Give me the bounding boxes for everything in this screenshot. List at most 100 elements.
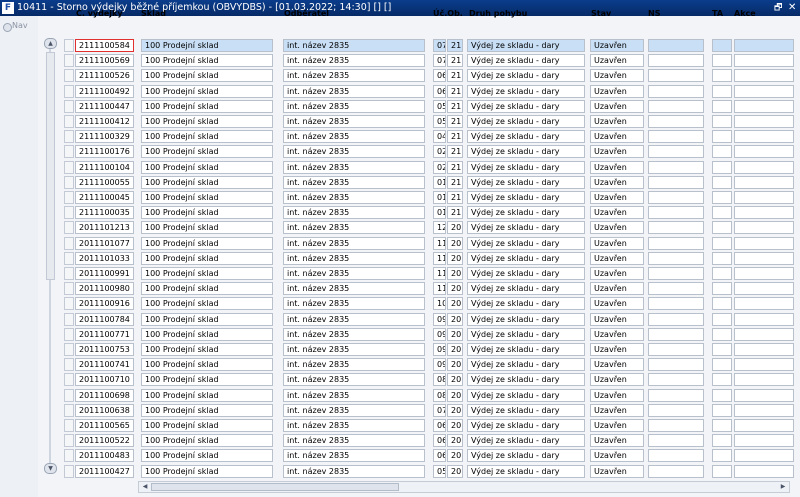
cell-uc[interactable]: 05 bbox=[433, 115, 446, 128]
cell-cislo[interactable]: 2011100753 bbox=[75, 343, 134, 356]
cell-cislo[interactable]: 2111100055 bbox=[75, 175, 134, 189]
cell-uc[interactable]: 07 bbox=[433, 39, 446, 52]
cell-ns[interactable] bbox=[648, 358, 704, 372]
cell-akce[interactable] bbox=[734, 419, 794, 432]
cell-akce[interactable] bbox=[734, 69, 794, 83]
cell-odberatel[interactable]: int. název 2835 bbox=[283, 267, 425, 280]
cell-cislo[interactable]: 2011100710 bbox=[75, 373, 134, 387]
cell-akce[interactable] bbox=[734, 145, 794, 159]
cell-cislo[interactable]: 2011100741 bbox=[75, 358, 134, 372]
cell-cislo[interactable]: 2011100638 bbox=[75, 403, 134, 417]
cell-sklad[interactable]: 100 Prodejní sklad bbox=[141, 373, 273, 387]
cell-odberatel[interactable]: int. název 2835 bbox=[283, 99, 425, 113]
cell-uc[interactable]: 07 bbox=[433, 403, 446, 417]
cell-ns[interactable] bbox=[648, 282, 704, 296]
cell-odberatel[interactable]: int. název 2835 bbox=[283, 297, 425, 311]
cell-stav[interactable]: Uzavřen bbox=[590, 84, 644, 98]
cell-akce[interactable] bbox=[734, 373, 794, 387]
cell-druh[interactable]: Výdej ze skladu - dary bbox=[467, 403, 585, 417]
cell-stav[interactable]: Uzavřen bbox=[590, 267, 644, 280]
cell-akce[interactable] bbox=[734, 343, 794, 356]
cell-odberatel[interactable]: int. název 2835 bbox=[283, 373, 425, 387]
cell-odberatel[interactable]: int. název 2835 bbox=[283, 69, 425, 83]
cell-stav[interactable]: Uzavřen bbox=[590, 130, 644, 144]
row-selector[interactable] bbox=[64, 297, 74, 311]
cell-ns[interactable] bbox=[648, 388, 704, 402]
table-row[interactable]: 2011100698 100 Prodejní sklad int. název 2… bbox=[0, 388, 800, 403]
cell-ta[interactable] bbox=[712, 297, 732, 311]
cell-sklad[interactable]: 100 Prodejní sklad bbox=[141, 388, 273, 402]
table-row[interactable]: 2011100916 100 Prodejní sklad int. název 2… bbox=[0, 297, 800, 311]
cell-sklad[interactable]: 100 Prodejní sklad bbox=[141, 39, 273, 52]
cell-cislo[interactable]: 2111100329 bbox=[75, 130, 134, 144]
cell-cislo[interactable]: 2011100784 bbox=[75, 312, 134, 326]
cell-druh[interactable]: Výdej ze skladu - dary bbox=[467, 69, 585, 83]
cell-ta[interactable] bbox=[712, 403, 732, 417]
cell-sklad[interactable]: 100 Prodejní sklad bbox=[141, 327, 273, 341]
cell-uc[interactable]: 11 bbox=[433, 267, 446, 280]
row-selector[interactable] bbox=[64, 267, 74, 280]
cell-uc[interactable]: 09 bbox=[433, 358, 446, 372]
cell-akce[interactable] bbox=[734, 449, 794, 463]
cell-odberatel[interactable]: int. název 2835 bbox=[283, 358, 425, 372]
cell-odberatel[interactable]: int. název 2835 bbox=[283, 175, 425, 189]
cell-sklad[interactable]: 100 Prodejní sklad bbox=[141, 403, 273, 417]
cell-ob[interactable]: 20 bbox=[447, 419, 463, 432]
cell-uc[interactable]: 01 bbox=[433, 191, 446, 204]
cell-stav[interactable]: Uzavřen bbox=[590, 54, 644, 68]
cell-sklad[interactable]: 100 Prodejní sklad bbox=[141, 84, 273, 98]
cell-stav[interactable]: Uzavřen bbox=[590, 221, 644, 235]
cell-ta[interactable] bbox=[712, 221, 732, 235]
cell-cislo[interactable]: 2011100522 bbox=[75, 434, 134, 448]
cell-stav[interactable]: Uzavřen bbox=[590, 312, 644, 326]
scroll-right-button[interactable]: ▶ bbox=[778, 482, 788, 492]
column-header-akce[interactable]: Akce bbox=[734, 9, 756, 18]
cell-stav[interactable]: Uzavřen bbox=[590, 403, 644, 417]
table-row[interactable]: 2011100522 100 Prodejní sklad int. název 2… bbox=[0, 434, 800, 448]
cell-ns[interactable] bbox=[648, 99, 704, 113]
cell-sklad[interactable]: 100 Prodejní sklad bbox=[141, 175, 273, 189]
cell-ob[interactable]: 20 bbox=[447, 464, 463, 478]
cell-akce[interactable] bbox=[734, 434, 794, 448]
cell-druh[interactable]: Výdej ze skladu - dary bbox=[467, 236, 585, 250]
cell-ta[interactable] bbox=[712, 175, 732, 189]
cell-stav[interactable]: Uzavřen bbox=[590, 434, 644, 448]
cell-akce[interactable] bbox=[734, 358, 794, 372]
cell-ns[interactable] bbox=[648, 160, 704, 174]
scroll-left-button[interactable]: ◀ bbox=[140, 482, 150, 492]
cell-ta[interactable] bbox=[712, 115, 732, 128]
cell-ta[interactable] bbox=[712, 373, 732, 387]
cell-sklad[interactable]: 100 Prodejní sklad bbox=[141, 221, 273, 235]
cell-druh[interactable]: Výdej ze skladu - dary bbox=[467, 282, 585, 296]
cell-akce[interactable] bbox=[734, 160, 794, 174]
cell-akce[interactable] bbox=[734, 130, 794, 144]
row-selector[interactable] bbox=[64, 282, 74, 296]
cell-sklad[interactable]: 100 Prodejní sklad bbox=[141, 236, 273, 250]
cell-akce[interactable] bbox=[734, 206, 794, 220]
cell-druh[interactable]: Výdej ze skladu - dary bbox=[467, 206, 585, 220]
row-selector[interactable] bbox=[64, 403, 74, 417]
cell-akce[interactable] bbox=[734, 464, 794, 478]
cell-ta[interactable] bbox=[712, 327, 732, 341]
cell-odberatel[interactable]: int. název 2835 bbox=[283, 39, 425, 52]
cell-ob[interactable]: 21 bbox=[447, 130, 463, 144]
cell-ob[interactable]: 21 bbox=[447, 54, 463, 68]
cell-odberatel[interactable]: int. název 2835 bbox=[283, 419, 425, 432]
cell-stav[interactable]: Uzavřen bbox=[590, 39, 644, 52]
cell-uc[interactable]: 11 bbox=[433, 236, 446, 250]
column-header-druh[interactable]: Druh pohybu bbox=[469, 9, 527, 18]
cell-ns[interactable] bbox=[648, 343, 704, 356]
cell-sklad[interactable]: 100 Prodejní sklad bbox=[141, 191, 273, 204]
cell-cislo[interactable]: 2011101213 bbox=[75, 221, 134, 235]
cell-ta[interactable] bbox=[712, 282, 732, 296]
cell-ns[interactable] bbox=[648, 54, 704, 68]
table-row[interactable]: 2111100412 100 Prodejní sklad int. název 2… bbox=[0, 115, 800, 129]
row-selector[interactable] bbox=[64, 115, 74, 128]
cell-druh[interactable]: Výdej ze skladu - dary bbox=[467, 39, 585, 52]
row-selector[interactable] bbox=[64, 130, 74, 144]
cell-druh[interactable]: Výdej ze skladu - dary bbox=[467, 343, 585, 356]
table-row[interactable]: 2011101033 100 Prodejní sklad int. název 2… bbox=[0, 251, 800, 266]
cell-druh[interactable]: Výdej ze skladu - dary bbox=[467, 115, 585, 128]
table-row[interactable]: 2011100753 100 Prodejní sklad int. název 2… bbox=[0, 343, 800, 357]
cell-stav[interactable]: Uzavřen bbox=[590, 373, 644, 387]
